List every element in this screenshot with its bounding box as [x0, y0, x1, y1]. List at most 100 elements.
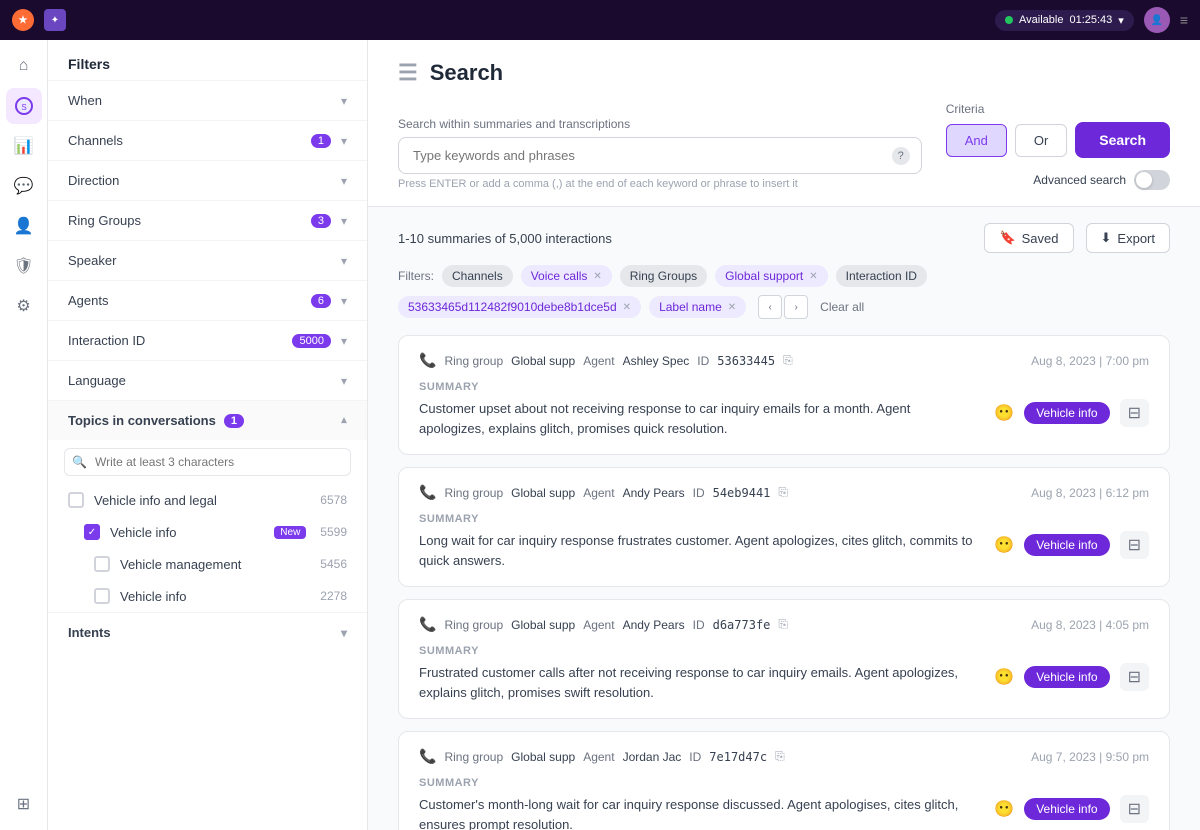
copy-icon-1[interactable]: ⎘: [778, 485, 788, 500]
card-body-1: Long wait for car inquiry response frust…: [419, 531, 1149, 570]
filter-label-agents: Agents: [68, 293, 108, 308]
checkbox-vehicle-management[interactable]: [94, 556, 110, 572]
agent-label-1: Agent: [583, 486, 614, 500]
topic-count-vehicle-info-sub: 2278: [320, 589, 347, 603]
topics-search-wrapper: 🔍: [48, 440, 367, 484]
sidebar-item-contacts[interactable]: S: [6, 88, 42, 124]
checkbox-vehicle-info[interactable]: ✓: [84, 524, 100, 540]
status-label: Available: [1019, 14, 1063, 26]
transcript-icon-0[interactable]: ⊟: [1120, 399, 1149, 427]
sidebar-item-analytics[interactable]: 📊: [6, 128, 42, 164]
ring-group-label-3: Ring group: [444, 750, 503, 764]
results-area: 1-10 summaries of 5,000 interactions 🔖 S…: [368, 207, 1200, 830]
remove-label-name[interactable]: ✕: [728, 302, 736, 313]
chip-id-value[interactable]: 53633465d112482f9010debe8b1dce5d ✕: [398, 296, 641, 318]
sidebar-item-settings[interactable]: ⚙: [6, 288, 42, 324]
card-header-left-0: 📞 Ring group Global supp Agent Ashley Sp…: [419, 352, 793, 369]
saved-button[interactable]: 🔖 Saved: [984, 223, 1073, 253]
chip-global-support[interactable]: Global support ✕: [715, 265, 827, 287]
remove-voice-calls[interactable]: ✕: [593, 271, 601, 282]
filter-row-ring-groups[interactable]: Ring Groups 3 ▾: [48, 201, 367, 240]
advanced-search-toggle[interactable]: [1134, 170, 1170, 190]
filter-section-agents: Agents 6 ▾: [48, 281, 367, 321]
app-logo[interactable]: ★: [12, 9, 34, 31]
filter-row-channels[interactable]: Channels 1 ▾: [48, 121, 367, 160]
status-badge[interactable]: Available 01:25:43 ▾: [995, 10, 1134, 31]
menu-icon[interactable]: ≡: [1180, 12, 1188, 28]
intents-row[interactable]: Intents ▾: [48, 612, 367, 652]
vehicle-info-badge-2[interactable]: Vehicle info: [1024, 666, 1109, 688]
copy-icon-2[interactable]: ⎘: [778, 617, 788, 632]
topics-count-badge: 1: [224, 414, 244, 428]
search-hint: Press ENTER or add a comma (,) at the en…: [398, 178, 922, 190]
filter-row-direction[interactable]: Direction ▾: [48, 161, 367, 200]
sidebar-item-chat[interactable]: 💬: [6, 168, 42, 204]
sidebar-item-home[interactable]: ⌂: [6, 48, 42, 84]
app-icon[interactable]: ✦: [44, 9, 66, 31]
card-actions-3: 😶 Vehicle info ⊟: [994, 795, 1149, 823]
sentiment-icon-3[interactable]: 😶: [994, 799, 1014, 819]
search-input[interactable]: [398, 137, 922, 174]
ring-group-label-0: Ring group: [444, 354, 503, 368]
filter-right-when: ▾: [341, 94, 347, 108]
avatar[interactable]: 👤: [1144, 7, 1170, 33]
sentiment-icon-0[interactable]: 😶: [994, 403, 1014, 423]
sentiment-icon-2[interactable]: 😶: [994, 667, 1014, 687]
filter-row-language[interactable]: Language ▾: [48, 361, 367, 400]
filter-row-interaction-id[interactable]: Interaction ID 5000 ▾: [48, 321, 367, 360]
advanced-toggle: Advanced search: [1033, 170, 1170, 190]
filter-row-when[interactable]: When ▾: [48, 81, 367, 120]
advanced-label: Advanced search: [1033, 173, 1126, 187]
filter-count-channels: 1: [311, 134, 331, 148]
id-label-1: ID: [693, 486, 705, 500]
sidebar-nav: ⌂ S 📊 💬 👤 🛡 ⚙ ⊞: [0, 40, 48, 830]
criteria-row: And Or Search: [946, 122, 1170, 158]
chip-voice-calls[interactable]: Voice calls ✕: [521, 265, 612, 287]
topics-header[interactable]: Topics in conversations 1 ▾: [48, 401, 367, 440]
agent-label-3: Agent: [583, 750, 614, 764]
sidebar-item-person[interactable]: 👤: [6, 208, 42, 244]
copy-icon-3[interactable]: ⎘: [775, 749, 785, 764]
search-button[interactable]: Search: [1075, 122, 1170, 158]
filter-count-interaction-id: 5000: [292, 334, 330, 348]
clear-all-btn[interactable]: Clear all: [820, 300, 864, 314]
topic-item-vehicle-info-legal: Vehicle info and legal 6578: [48, 484, 367, 516]
checkbox-vehicle-info-legal[interactable]: [68, 492, 84, 508]
sidebar-item-grid[interactable]: ⊞: [6, 786, 42, 822]
chip-label-name[interactable]: Label name ✕: [649, 296, 746, 318]
remove-id-value[interactable]: ✕: [623, 302, 631, 313]
card-header-2: 📞 Ring group Global supp Agent Andy Pear…: [419, 616, 1149, 633]
filter-nav-prev[interactable]: ‹: [758, 295, 782, 319]
transcript-icon-1[interactable]: ⊟: [1120, 531, 1149, 559]
vehicle-info-badge-0[interactable]: Vehicle info: [1024, 402, 1109, 424]
copy-icon-0[interactable]: ⎘: [783, 353, 793, 368]
criteria-or-btn[interactable]: Or: [1015, 124, 1067, 157]
export-button[interactable]: ⬇ Export: [1086, 223, 1170, 253]
filter-nav-next[interactable]: ›: [784, 295, 808, 319]
ring-group-label-2: Ring group: [444, 618, 503, 632]
id-val-2: d6a773fe: [713, 618, 771, 632]
chevron-down-icon: ▾: [1118, 14, 1124, 27]
checkbox-vehicle-info-sub[interactable]: [94, 588, 110, 604]
filter-label-when: When: [68, 93, 102, 108]
agent-val-1: Andy Pears: [623, 486, 685, 500]
filter-row-agents[interactable]: Agents 6 ▾: [48, 281, 367, 320]
id-val-1: 54eb9441: [713, 486, 771, 500]
sidebar-item-shield[interactable]: 🛡: [6, 248, 42, 284]
filter-section-language: Language ▾: [48, 361, 367, 401]
vehicle-info-badge-1[interactable]: Vehicle info: [1024, 534, 1109, 556]
sentiment-icon-1[interactable]: 😶: [994, 535, 1014, 555]
topics-search-input[interactable]: [64, 448, 351, 476]
help-icon[interactable]: ?: [892, 147, 910, 165]
topic-count-vehicle-info: 5599: [320, 525, 347, 539]
vehicle-info-badge-3[interactable]: Vehicle info: [1024, 798, 1109, 820]
transcript-icon-2[interactable]: ⊟: [1120, 663, 1149, 691]
hamburger-icon[interactable]: ☰: [398, 60, 418, 86]
page-title: ☰ Search: [398, 60, 1170, 86]
chevron-icon-speaker: ▾: [341, 254, 347, 268]
filter-row-speaker[interactable]: Speaker ▾: [48, 241, 367, 280]
transcript-icon-3[interactable]: ⊟: [1120, 795, 1149, 823]
ring-group-label-1: Ring group: [444, 486, 503, 500]
criteria-and-btn[interactable]: And: [946, 124, 1007, 157]
remove-global-support[interactable]: ✕: [809, 271, 817, 282]
